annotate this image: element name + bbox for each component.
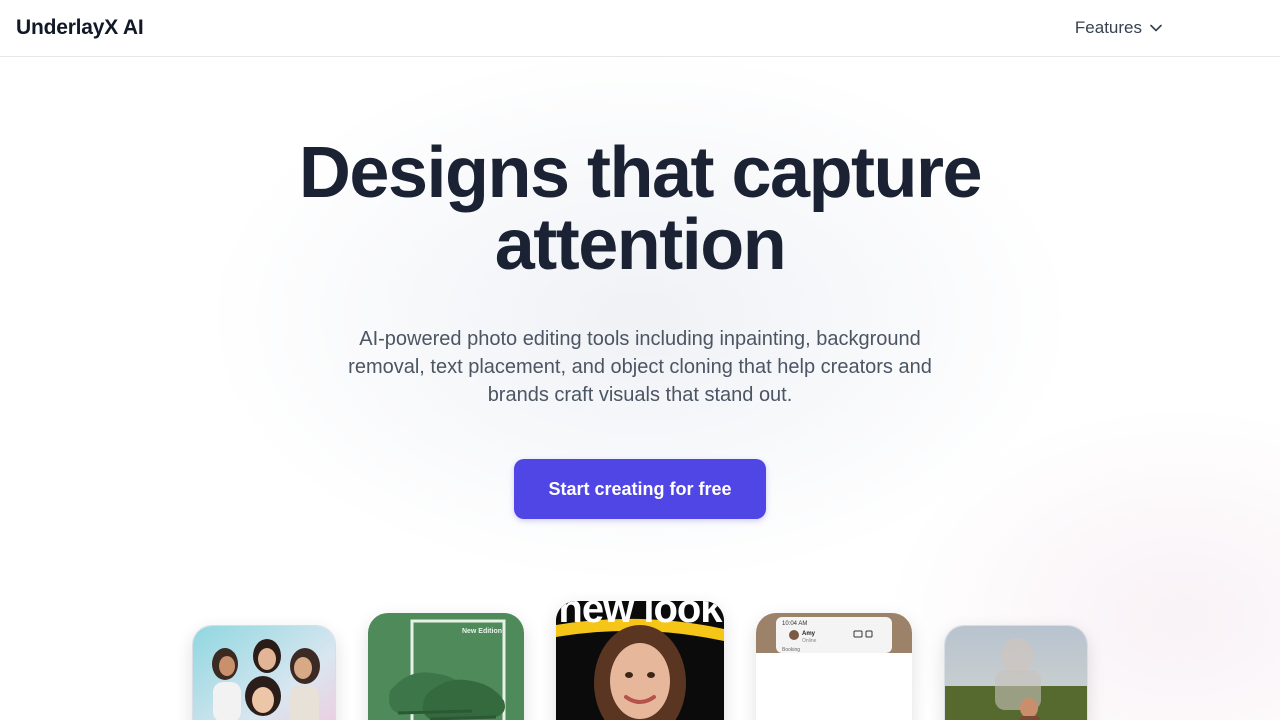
top-navbar: UnderlayX AI Features — [0, 0, 1280, 57]
showcase-card-portrait[interactable]: new look — [556, 601, 724, 720]
field-portrait-image — [945, 626, 1087, 720]
phone-status-time: 10:04 AM — [782, 621, 808, 627]
hero-subtitle: AI-powered photo editing tools including… — [348, 328, 932, 406]
hero-title-line-1: Designs that capture — [298, 133, 983, 213]
sneaker-poster-text: New Edition — [461, 628, 502, 635]
showcase-card-sneaker[interactable]: New Edition — [368, 613, 524, 720]
chevron-down-icon — [1150, 24, 1162, 32]
showcase-card-group-photo[interactable] — [192, 625, 336, 720]
chat-presence: Online — [802, 638, 817, 644]
chat-snippet: Booking — [782, 647, 801, 653]
new-look-headline: new look — [558, 601, 722, 631]
features-menu[interactable]: Features — [1075, 18, 1162, 38]
showcase-card-field-portrait[interactable] — [944, 625, 1088, 720]
showcase-card-chat[interactable]: 10:04 AM Amy Online Booking — [756, 613, 912, 720]
brand-logo[interactable]: UnderlayX AI — [16, 16, 144, 40]
hero-title-line-2: attention — [494, 205, 787, 285]
features-label: Features — [1074, 18, 1142, 37]
group-photo-image — [193, 626, 335, 720]
chat-contact-name: Amy — [802, 631, 816, 637]
hero-title: Designs that capture attention — [0, 137, 1280, 281]
nav-right: Features — [1075, 18, 1162, 38]
chat-screenshot-image — [756, 613, 912, 720]
start-creating-button[interactable]: Start creating for free — [514, 459, 766, 519]
hero-section: Designs that capture attention AI-powere… — [0, 57, 1280, 519]
